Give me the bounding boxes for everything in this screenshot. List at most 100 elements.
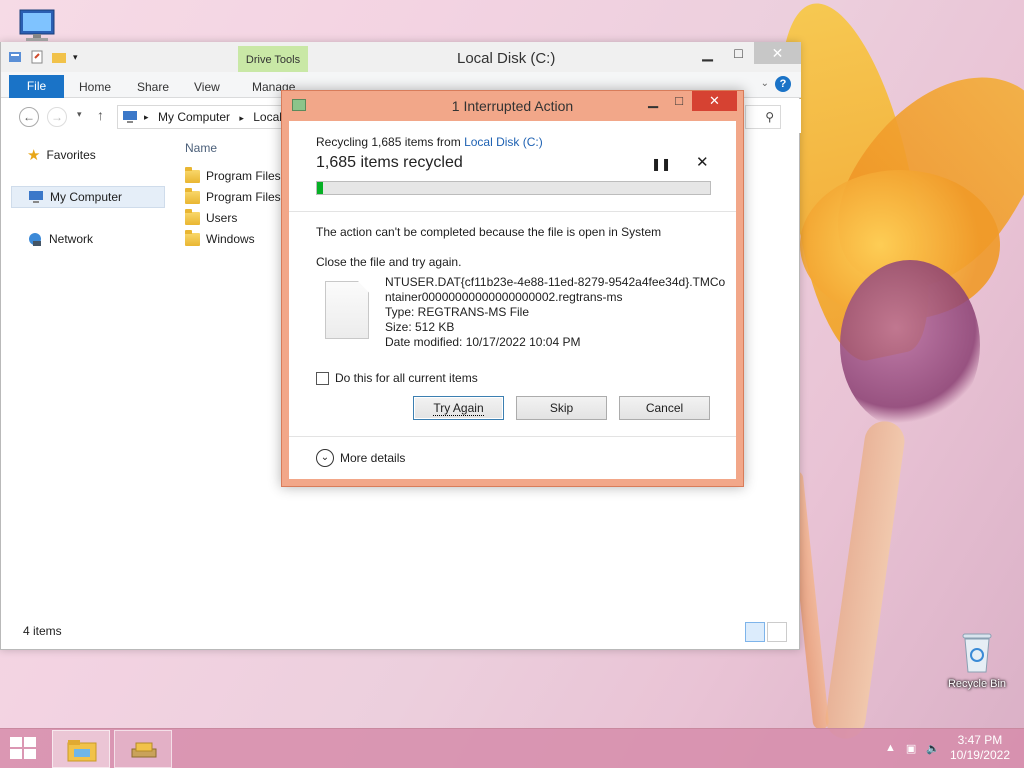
clock-date: 10/19/2022 <box>949 748 1010 762</box>
nav-item-network[interactable]: Network <box>11 228 165 250</box>
more-details-label: More details <box>340 451 406 465</box>
error-message: The action can't be completed because th… <box>316 225 662 239</box>
computer-icon <box>29 191 43 203</box>
try-again-button[interactable]: Try Again <box>413 396 504 420</box>
details-view-icon[interactable] <box>745 622 765 642</box>
file-name: Users <box>206 211 238 225</box>
view-switcher <box>745 622 787 642</box>
expand-ribbon-icon[interactable]: ⌄ <box>761 78 769 89</box>
taskbar-explorer-button[interactable] <box>52 730 110 768</box>
tab-view[interactable]: View <box>183 76 231 98</box>
list-item[interactable]: Users <box>185 208 237 228</box>
close-button[interactable]: ✕ <box>754 42 801 64</box>
file-size: Size: 512 KB <box>385 320 455 334</box>
minimize-button[interactable]: ▁ <box>640 91 666 111</box>
network-icon <box>29 233 41 246</box>
more-details-toggle[interactable]: ⌄ More details <box>316 449 405 467</box>
button-label: Try Again <box>433 401 484 416</box>
maximize-button[interactable]: □ <box>666 91 692 111</box>
new-folder-icon[interactable] <box>51 49 67 65</box>
list-item[interactable]: Windows <box>185 229 255 249</box>
properties-icon[interactable] <box>7 49 23 65</box>
network-tray-icon[interactable]: ▣ <box>906 742 916 755</box>
desktop-icon-my-computer[interactable] <box>12 8 64 45</box>
navigation-pane: ★ Favorites My Computer Network <box>1 134 167 624</box>
close-button[interactable]: ✕ <box>692 91 737 111</box>
recycling-prefix: Recycling 1,685 items from <box>316 135 465 149</box>
list-item[interactable]: Program Files <box>185 166 281 186</box>
taskbar-file-operation-button[interactable] <box>114 730 172 768</box>
item-count: 4 items <box>23 624 62 638</box>
desktop-icon-recycle-bin[interactable]: Recycle Bin <box>940 630 1014 690</box>
status-bar: 4 items <box>1 618 799 648</box>
clock[interactable]: 3:47 PM 10/19/2022 <box>950 733 1010 763</box>
recycling-status: Recycling 1,685 items from Local Disk (C… <box>316 135 543 149</box>
taskbar: ▲ ▣ 🔈 3:47 PM 10/19/2022 <box>0 728 1024 768</box>
back-button[interactable]: ← <box>19 107 39 127</box>
folder-icon <box>185 166 200 183</box>
show-hidden-icons-icon[interactable]: ▲ <box>885 742 896 754</box>
file-name: Program Files <box>206 190 281 204</box>
breadcrumb-my-computer[interactable]: My Computer <box>158 110 230 124</box>
nav-label: My Computer <box>50 190 123 204</box>
tab-file[interactable]: File <box>9 75 64 98</box>
forward-button[interactable]: → <box>47 107 67 127</box>
wallpaper-stem <box>822 418 908 742</box>
dialog-title: 1 Interrupted Action <box>451 98 574 114</box>
nav-label: Network <box>49 232 94 246</box>
large-icons-view-icon[interactable] <box>767 622 787 642</box>
star-icon: ★ <box>27 147 41 164</box>
wallpaper-flower-center <box>840 260 980 430</box>
explorer-window-controls: ▁ □ ✕ <box>692 42 801 64</box>
file-explorer-icon <box>67 740 97 762</box>
progress-section: Recycling 1,685 items from Local Disk (C… <box>289 121 736 211</box>
maximize-button[interactable]: □ <box>723 42 754 64</box>
recycle-bin-icon <box>959 630 995 674</box>
file-date-modified: Date modified: 10/17/2022 10:04 PM <box>385 335 581 349</box>
minimize-button[interactable]: ▁ <box>692 42 723 64</box>
new-document-icon[interactable] <box>29 49 45 65</box>
apply-all-checkbox[interactable] <box>316 371 329 385</box>
volume-icon[interactable]: 🔈 <box>926 742 940 755</box>
file-copy-icon <box>131 742 157 758</box>
divider <box>289 211 736 212</box>
tab-share[interactable]: Share <box>126 76 180 98</box>
explorer-title: Local Disk (C:) <box>457 50 556 67</box>
help-icon[interactable]: ? <box>775 76 791 92</box>
nav-item-favorites[interactable]: ★ Favorites <box>11 144 165 166</box>
column-header-name[interactable]: Name <box>185 141 217 155</box>
chevron-down-icon: ⌄ <box>316 449 334 467</box>
quick-access-toolbar: ▾ <box>7 49 78 65</box>
items-recycled-count: 1,685 items recycled <box>316 154 463 171</box>
folder-icon <box>185 208 200 225</box>
breadcrumb-separator-icon: ▸ <box>239 113 244 123</box>
start-button[interactable] <box>10 737 38 761</box>
file-name: Windows <box>206 232 255 246</box>
file-details: NTUSER.DAT{cf11b23e-4e88-11ed-8279-9542a… <box>385 275 726 350</box>
computer-icon <box>123 111 137 123</box>
qat-dropdown-icon[interactable]: ▾ <box>73 52 78 63</box>
address-bar[interactable]: ▸ My Computer ▸ Local <box>117 105 292 129</box>
list-item[interactable]: Program Files <box>185 187 281 207</box>
file-icon <box>325 281 369 339</box>
up-button[interactable]: ↑ <box>97 107 104 123</box>
skip-button[interactable]: Skip <box>516 396 607 420</box>
breadcrumb-local-disk[interactable]: Local <box>253 110 282 124</box>
nav-item-my-computer[interactable]: My Computer <box>11 186 165 208</box>
pause-icon[interactable]: ❚❚ <box>651 157 671 171</box>
system-tray: ▲ ▣ 🔈 3:47 PM 10/19/2022 <box>885 733 1010 763</box>
apply-all-checkbox-row[interactable]: Do this for all current items <box>316 371 478 385</box>
source-link[interactable]: Local Disk (C:) <box>464 135 543 149</box>
file-name-line1: NTUSER.DAT{cf11b23e-4e88-11ed-8279-9542a… <box>385 275 726 289</box>
clock-time: 3:47 PM <box>957 733 1003 747</box>
progress-fill <box>317 182 323 194</box>
progress-bar <box>316 181 711 195</box>
stop-icon[interactable]: ✕ <box>696 153 709 171</box>
folder-icon <box>185 187 200 204</box>
search-box[interactable]: ⚲ <box>745 105 781 129</box>
dialog-title-bar: 1 Interrupted Action ▁ □ ✕ <box>282 91 743 121</box>
cancel-button[interactable]: Cancel <box>619 396 710 420</box>
file-name: Program Files <box>206 169 281 183</box>
recent-locations-icon[interactable]: ▾ <box>77 109 82 120</box>
tab-home[interactable]: Home <box>68 76 122 98</box>
